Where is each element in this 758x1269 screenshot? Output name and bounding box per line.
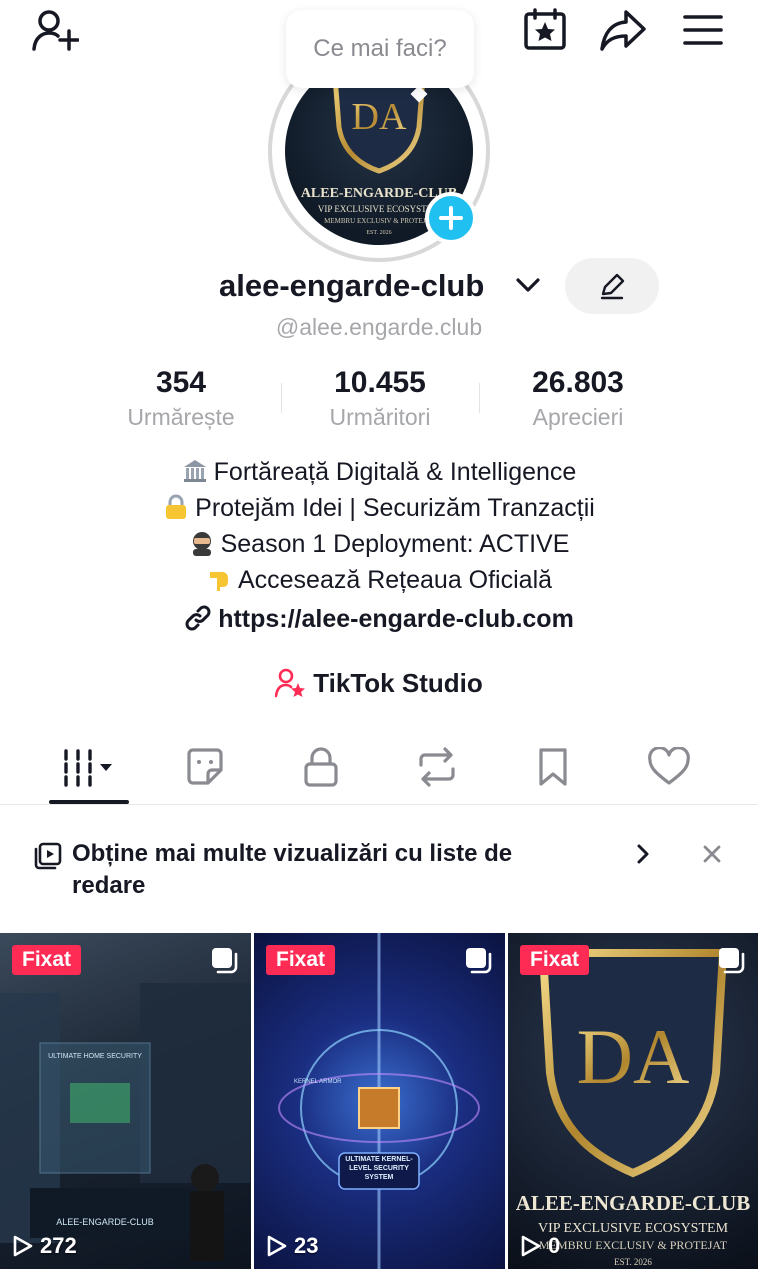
favorites-tab[interactable] xyxy=(495,734,611,800)
lock-icon xyxy=(166,494,187,519)
reposts-stickers-tab[interactable] xyxy=(147,734,263,800)
stat-value: 26.803 xyxy=(532,366,624,399)
video-grid: ULTIMATE HOME SECURITY ALEE-ENGARDE-CLUB… xyxy=(0,933,758,1269)
view-count: 0 xyxy=(520,1233,560,1259)
bio: Fortăreață Digitală & Intelligence Prote… xyxy=(0,454,758,598)
liked-tab[interactable] xyxy=(611,734,727,800)
add-story-plus-icon[interactable] xyxy=(425,192,477,244)
avatar-est: EST. 2026 xyxy=(366,230,391,236)
pencil-icon xyxy=(600,273,625,300)
stat-value: 354 xyxy=(155,366,207,399)
view-count-value: 272 xyxy=(40,1233,77,1258)
thumb-caption: ALEE-ENGARDE-CLUB xyxy=(516,1191,751,1215)
share-icon[interactable] xyxy=(598,6,648,54)
bio-line: Accesează Rețeaua Oficială xyxy=(0,562,758,598)
playlist-icon xyxy=(34,842,62,875)
chevron-right-icon[interactable] xyxy=(630,840,656,873)
stat-label: Aprecieri xyxy=(532,404,624,430)
pinned-badge: Fixat xyxy=(520,945,590,975)
thumb-monogram: DA xyxy=(577,1013,690,1100)
thumb-screen-text: KERNEL ARMOR xyxy=(294,1079,342,1085)
edit-profile-button[interactable] xyxy=(565,258,659,314)
stat-followers[interactable]: 10.455 Urmăritori xyxy=(285,366,475,431)
videos-tab[interactable] xyxy=(31,734,147,800)
video-thumbnail[interactable]: DA ALEE-ENGARDE-CLUB VIP EXCLUSIVE ECOSY… xyxy=(508,933,758,1269)
play-icon xyxy=(13,1235,33,1257)
stat-following[interactable]: 354 Urmărește xyxy=(86,366,276,431)
stat-divider xyxy=(479,383,480,413)
thumb-screen-text: ULTIMATE HOME SECURITY xyxy=(48,1053,142,1060)
bio-line: Fortăreață Digitală & Intelligence xyxy=(0,454,758,490)
stat-label: Urmăritori xyxy=(329,404,431,430)
bio-line: Season 1 Deployment: ACTIVE xyxy=(0,526,758,562)
profile-tabs xyxy=(0,734,758,804)
status-bubble[interactable]: Ce mai faci? xyxy=(286,10,474,88)
add-friend-icon[interactable] xyxy=(30,6,80,54)
multi-image-icon xyxy=(209,945,239,980)
stat-value: 10.455 xyxy=(334,366,426,399)
stat-divider xyxy=(281,383,282,413)
pinned-badge: Fixat xyxy=(266,945,336,975)
video-thumbnail[interactable]: KERNEL ARMOR ULTIMATE KERNEL-LEVEL SECUR… xyxy=(254,933,505,1269)
multi-image-icon xyxy=(463,945,493,980)
bio-text: Accesează Rețeaua Oficială xyxy=(237,566,553,594)
bio-text: Fortăreață Digitală & Intelligence xyxy=(213,458,577,486)
thumb-caption: ALEE-ENGARDE-CLUB xyxy=(56,1217,154,1227)
pinned-badge: Fixat xyxy=(12,945,82,975)
ninja-icon xyxy=(192,532,211,556)
studio-label[interactable]: TikTok Studio xyxy=(313,668,482,698)
bio-text: Protejăm Idei | Securizăm Tranzacții xyxy=(195,494,595,522)
playlist-banner[interactable]: Obține mai multe vizualizări cu liste de… xyxy=(0,820,758,920)
thumb-screen-small: MEMBRU EXCLUSIV & PROTEJAT xyxy=(539,1238,728,1252)
pointing-down-hand-icon xyxy=(209,572,228,591)
lock-icon xyxy=(304,747,338,787)
calendar-star-icon[interactable] xyxy=(520,6,570,54)
thumb-caption: ULTIMATE KERNEL-LEVEL SECURITY SYSTEM xyxy=(345,1156,413,1181)
private-tab[interactable] xyxy=(263,734,379,800)
stat-label: Urmărește xyxy=(127,404,235,430)
classical-building-icon xyxy=(183,460,206,482)
tiktok-studio-link[interactable]: TikTok Studio xyxy=(0,668,758,699)
link-text[interactable]: https://alee-engarde-club.com xyxy=(218,605,574,633)
menu-icon[interactable] xyxy=(678,6,728,54)
view-count: 23 xyxy=(266,1233,318,1259)
view-count-value: 0 xyxy=(548,1233,561,1258)
bio-line: Protejăm Idei | Securizăm Tranzacții xyxy=(0,490,758,526)
username[interactable]: alee-engarde-club xyxy=(219,268,484,304)
avatar-monogram: DA xyxy=(352,96,407,138)
grid-icon xyxy=(64,749,112,787)
play-icon xyxy=(521,1235,541,1257)
creator-star-icon xyxy=(274,668,306,698)
tabs-divider xyxy=(0,804,758,805)
avatar-subtitle: VIP EXCLUSIVE ECOSYSTEM xyxy=(318,204,440,214)
playlist-banner-text: Obține mai multe vizualizări cu liste de… xyxy=(72,840,513,899)
bookmark-icon xyxy=(539,748,567,786)
user-handle: @alee.engarde.club xyxy=(275,314,483,340)
view-count-value: 23 xyxy=(294,1233,319,1258)
play-icon xyxy=(267,1235,287,1257)
chevron-down-icon[interactable] xyxy=(515,276,541,299)
thumb-est: EST. 2026 xyxy=(614,1257,652,1267)
link-icon xyxy=(185,605,211,631)
close-icon[interactable] xyxy=(698,840,726,873)
heart-icon xyxy=(648,747,690,785)
reposts-tab[interactable] xyxy=(379,734,495,800)
avatar-small: MEMBRU EXCLUSIV & PROTEJAT xyxy=(324,217,434,225)
thumb-screen-text: VIP EXCLUSIVE ECOSYSTEM xyxy=(538,1221,729,1236)
view-count: 272 xyxy=(12,1233,77,1259)
multi-image-icon xyxy=(716,945,746,980)
profile-link[interactable]: https://alee-engarde-club.com xyxy=(0,604,758,634)
stat-likes[interactable]: 26.803 Aprecieri xyxy=(483,366,673,431)
repost-icon xyxy=(419,747,455,787)
bio-text: Season 1 Deployment: ACTIVE xyxy=(220,530,570,558)
sticker-icon xyxy=(187,748,223,785)
video-thumbnail[interactable]: ULTIMATE HOME SECURITY ALEE-ENGARDE-CLUB… xyxy=(0,933,251,1269)
